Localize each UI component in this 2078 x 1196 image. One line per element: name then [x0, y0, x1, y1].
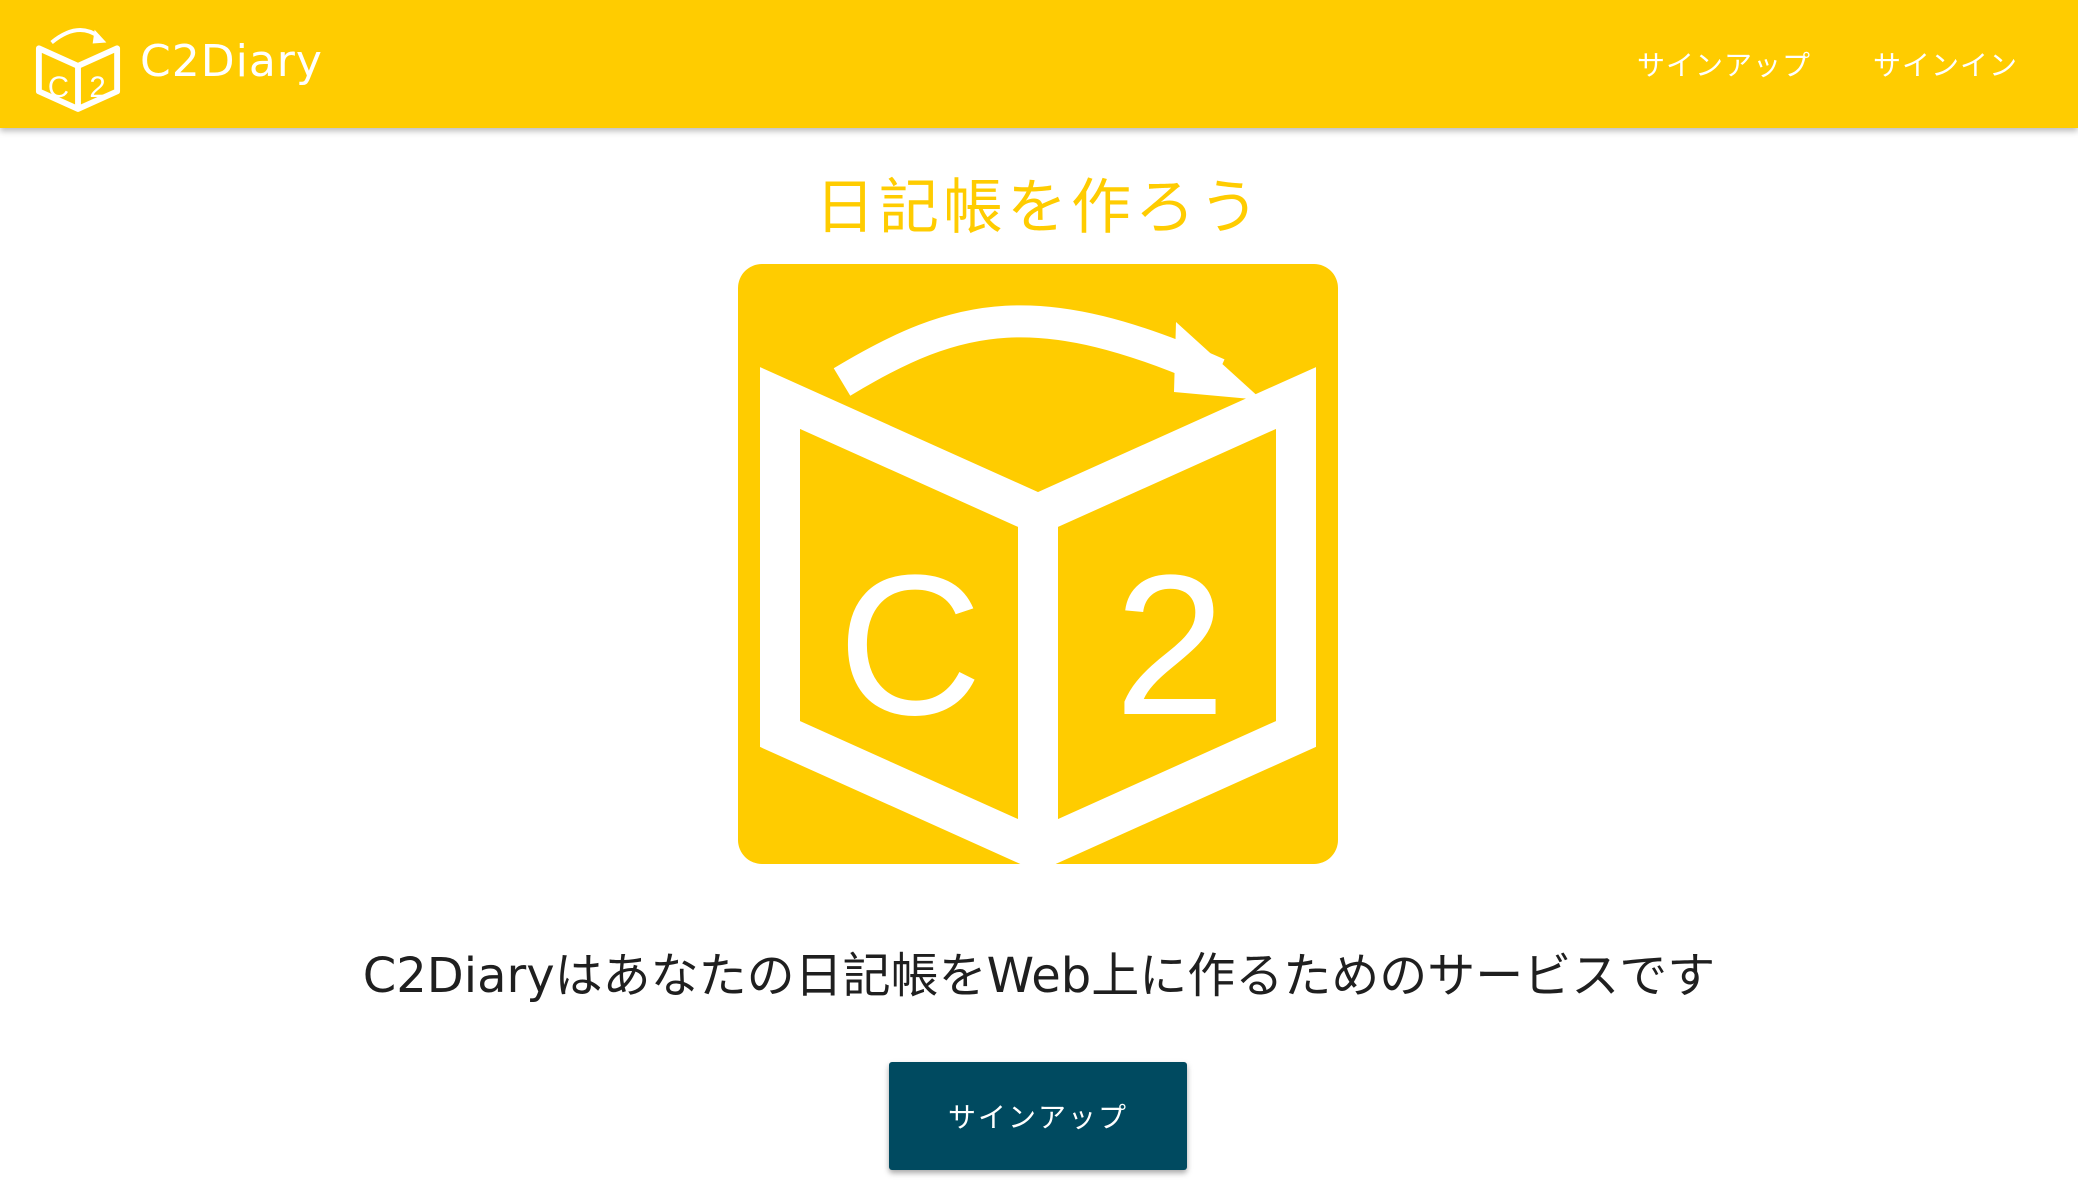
svg-text:2: 2 [89, 71, 105, 104]
page-headline: 日記帳を作ろう [815, 173, 1263, 243]
logo-letter-c: C [838, 534, 982, 757]
c2-book-logo-icon: C 2 [35, 28, 121, 112]
main-content: 日記帳を作ろう C 2 C2Diaryはあなたの日記帳をWeb上に作るためのサー… [0, 128, 2078, 1196]
nav-links: サインアップ サインイン [1575, 0, 2018, 128]
logo-letter-2: 2 [1114, 534, 1225, 757]
brand-name: C2Diary [140, 36, 323, 87]
svg-text:C: C [48, 71, 69, 104]
nav-signup-link[interactable]: サインアップ [1637, 44, 1811, 84]
c2-book-logo-icon: C 2 [738, 264, 1338, 864]
signup-cta-button[interactable]: サインアップ [889, 1062, 1187, 1170]
nav-signin-link[interactable]: サインイン [1873, 44, 2018, 84]
top-navbar: C 2 C2Diary サインアップ サインイン [0, 0, 2078, 128]
tagline: C2Diaryはあなたの日記帳をWeb上に作るためのサービスです [362, 948, 1716, 1004]
brand-home-link[interactable]: C 2 C2Diary [34, 16, 323, 112]
